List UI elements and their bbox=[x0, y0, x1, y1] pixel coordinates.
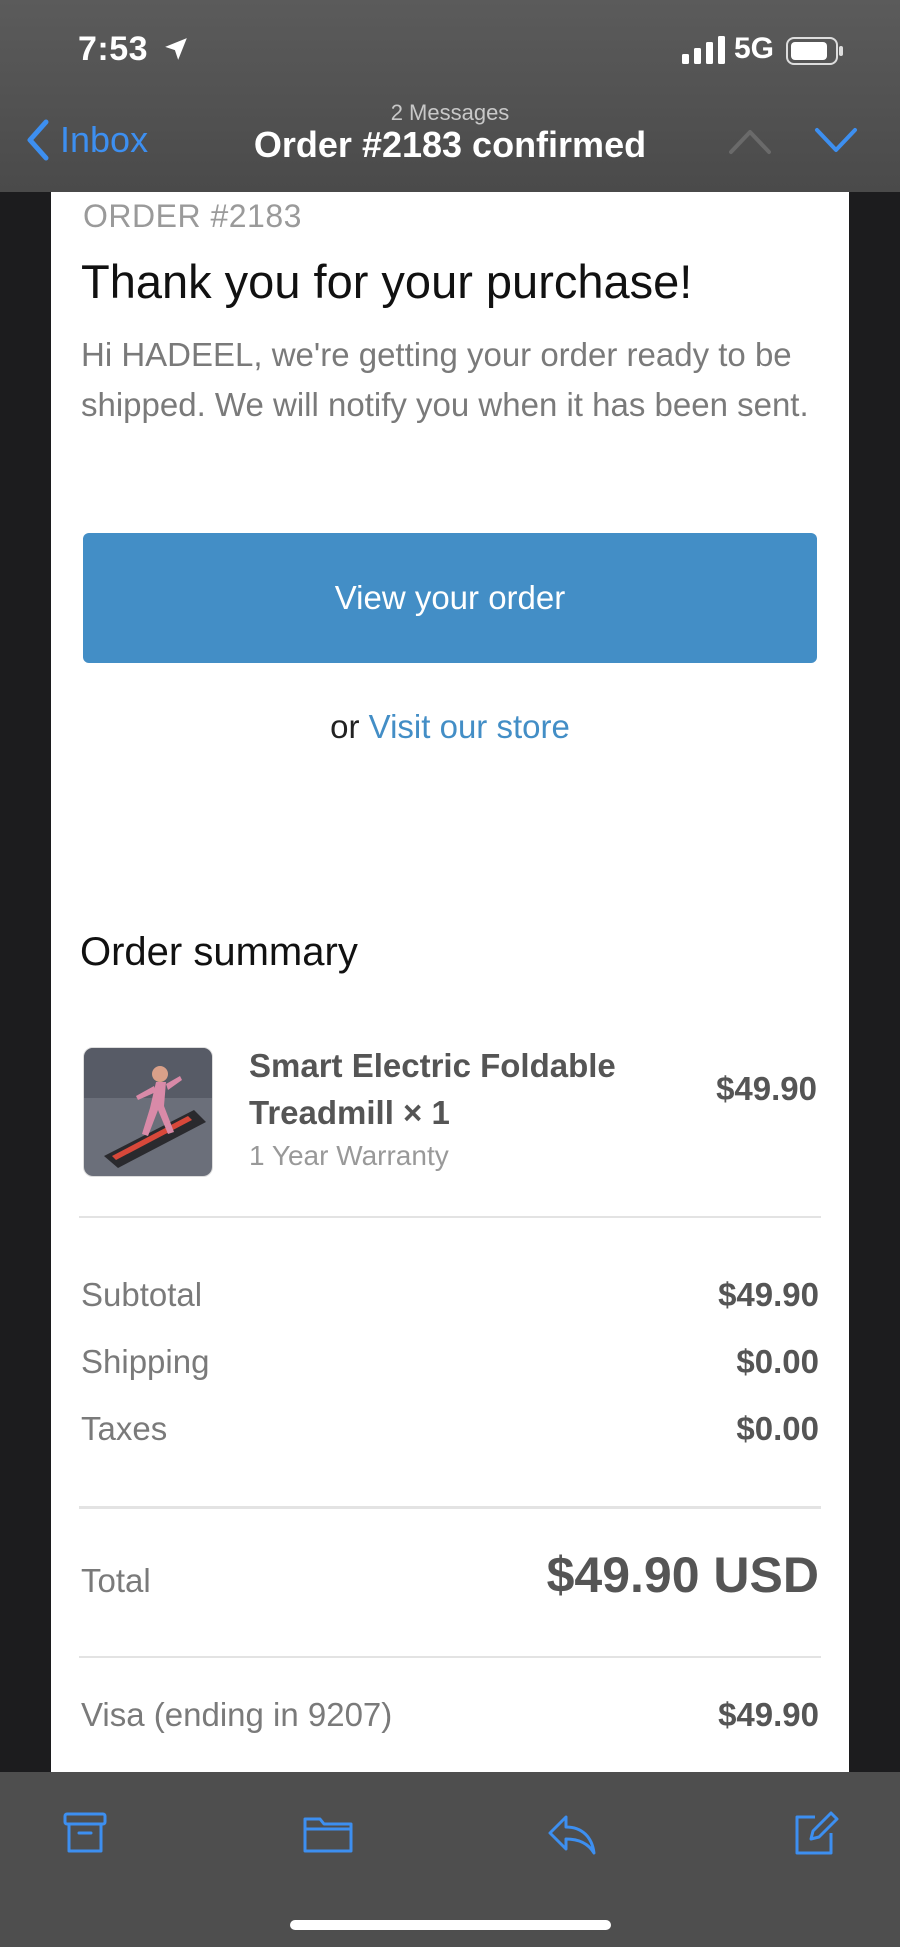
product-name: Smart Electric Foldable Treadmill × 1 bbox=[249, 1047, 616, 1131]
home-indicator[interactable] bbox=[290, 1920, 611, 1930]
subtotal-label: Subtotal bbox=[81, 1276, 203, 1313]
email-body: ORDER #2183 Thank you for your purchase!… bbox=[51, 192, 849, 1772]
product-image bbox=[83, 1047, 213, 1177]
payment-label: Visa (ending in 9207) bbox=[81, 1696, 393, 1733]
alt-prefix: or bbox=[330, 708, 369, 745]
view-order-button[interactable]: View your order bbox=[83, 533, 817, 663]
intro-text: Hi HADEEL, we're getting your order read… bbox=[81, 336, 809, 423]
order-number: ORDER #2183 bbox=[83, 198, 302, 234]
archive-icon[interactable] bbox=[61, 1809, 109, 1857]
folder-icon[interactable] bbox=[302, 1809, 354, 1857]
location-arrow-icon bbox=[165, 38, 187, 60]
headline: Thank you for your purchase! bbox=[81, 255, 693, 308]
chevron-up-icon[interactable] bbox=[728, 126, 772, 156]
total-value: $49.90 USD bbox=[546, 1547, 819, 1603]
subtotal-value: $49.90 bbox=[718, 1276, 819, 1313]
message-count: 2 Messages bbox=[390, 100, 510, 125]
battery-icon bbox=[786, 37, 843, 65]
product-price: $49.90 bbox=[716, 1070, 817, 1107]
taxes-value: $0.00 bbox=[736, 1410, 819, 1447]
shipping-label: Shipping bbox=[81, 1343, 210, 1380]
top-bar: 7:53 5G Inbox 2 Messages Order #2183 con… bbox=[0, 0, 900, 192]
chevron-down-icon[interactable] bbox=[814, 126, 858, 156]
divider bbox=[79, 1506, 821, 1509]
order-summary-title: Order summary bbox=[80, 930, 358, 974]
network-label: 5G bbox=[734, 32, 775, 65]
status-time: 7:53 bbox=[78, 30, 149, 68]
compose-icon[interactable] bbox=[791, 1809, 839, 1857]
taxes-label: Taxes bbox=[81, 1410, 168, 1447]
total-label: Total bbox=[81, 1562, 151, 1599]
signal-bars-icon bbox=[682, 36, 725, 64]
divider bbox=[79, 1216, 821, 1218]
product-variant: 1 Year Warranty bbox=[249, 1140, 449, 1171]
alt-line: or Visit our store bbox=[51, 708, 849, 746]
treadmill-image bbox=[84, 1048, 212, 1176]
divider bbox=[79, 1656, 821, 1658]
reply-icon[interactable] bbox=[546, 1809, 598, 1857]
shipping-value: $0.00 bbox=[736, 1343, 819, 1380]
payment-value: $49.90 bbox=[718, 1696, 819, 1733]
visit-store-link[interactable]: Visit our store bbox=[369, 708, 570, 745]
